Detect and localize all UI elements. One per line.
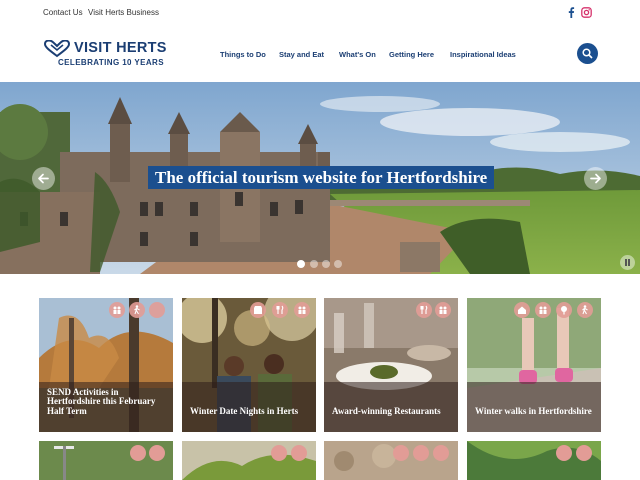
visit-herts-business-link[interactable]: Visit Herts Business [88,8,159,17]
family-icon [294,302,310,318]
card-title: Winter Date Nights in Herts [190,405,299,416]
card-title: Winter walks in Hertfordshire [475,405,592,416]
nav-inspirational-ideas[interactable]: Inspirational Ideas [450,50,516,59]
card-winter-date-nights[interactable]: Winter Date Nights in Herts [182,298,316,432]
carousel-dot[interactable] [322,260,330,268]
shop-icon [250,302,266,318]
search-icon [582,48,593,59]
search-button[interactable] [577,43,598,64]
family-icon [109,302,125,318]
food-icon [272,302,288,318]
carousel-dot[interactable] [310,260,318,268]
card-row2-4[interactable] [467,441,601,480]
nav-things-to-do[interactable]: Things to Do [220,50,266,59]
carousel-dot[interactable] [334,260,342,268]
card-image [467,441,601,480]
hero-carousel: The official tourism website for Hertfor… [0,82,640,274]
family-icon [435,302,451,318]
arrow-right-icon [590,173,601,184]
card-title: Award-winning Restaurants [332,405,441,416]
card-image [182,441,316,480]
walking-icon [129,302,145,318]
card-image [39,441,173,480]
pause-icon [625,259,627,266]
nature-icon [556,302,572,318]
carousel-dot[interactable] [297,260,305,268]
arrow-left-icon [38,173,49,184]
card-row2-1[interactable] [39,441,173,480]
home-icon [514,302,530,318]
heart-logo-icon [44,40,70,58]
utility-bar: Contact Us Visit Herts Business [0,0,640,26]
nav-getting-here[interactable]: Getting Here [389,50,434,59]
card-row2-3[interactable] [324,441,458,480]
hero-title: The official tourism website for Hertfor… [148,166,495,189]
facebook-icon[interactable] [566,7,577,18]
card-image [324,441,458,480]
walking-icon [577,302,593,318]
instagram-icon[interactable] [581,7,592,18]
carousel-prev-button[interactable] [32,167,55,190]
nav-whats-on[interactable]: What's On [339,50,376,59]
card-title: SEND Activities in Hertfordshire this Fe… [47,386,156,416]
card-row2-2[interactable] [182,441,316,480]
category-icon [149,302,165,318]
carousel-pause-button[interactable] [620,255,635,270]
logo-title: VISIT HERTS [74,40,167,56]
pause-icon-bar [628,259,630,266]
carousel-next-button[interactable] [584,167,607,190]
card-award-winning-restaurants[interactable]: Award-winning Restaurants [324,298,458,432]
card-send-activities[interactable]: SEND Activities in Hertfordshire this Fe… [39,298,173,432]
logo-subtitle: CELEBRATING 10 YEARS [58,58,164,67]
card-winter-walks[interactable]: Winter walks in Hertfordshire [467,298,601,432]
nav-stay-and-eat[interactable]: Stay and Eat [279,50,324,59]
site-header: VISIT HERTS CELEBRATING 10 YEARS Things … [0,26,640,82]
visit-herts-logo[interactable]: VISIT HERTS CELEBRATING 10 YEARS [44,40,179,70]
food-icon [416,302,432,318]
contact-us-link[interactable]: Contact Us [43,8,83,17]
family-icon [535,302,551,318]
